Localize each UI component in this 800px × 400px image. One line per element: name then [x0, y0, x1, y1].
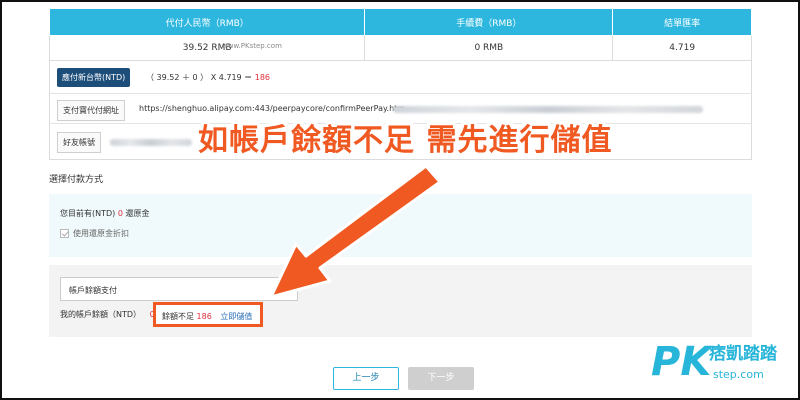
topup-link[interactable]: 立即儲值	[220, 312, 252, 321]
rebate-checkbox-row[interactable]: 使用還原金折扣	[60, 228, 129, 239]
rebate-suffix: 還原金	[125, 209, 150, 218]
rebate-checkbox-label: 使用還原金折扣	[73, 229, 129, 238]
rebate-amount: 0	[117, 209, 123, 218]
formula-total: 186	[254, 73, 271, 82]
friend-account-label: 好友帳號	[57, 132, 101, 153]
table-row: 39.52 RMB 0 RMB 4.719	[48, 35, 752, 61]
payable-row: 應付新台幣(NTD) （ 39.52 ＋ 0 ） X 4.719 ＝ 186	[49, 60, 752, 94]
header-rmb-amount: 代付人民幣（RMB）	[48, 8, 366, 36]
header-rate: 結單匯率	[612, 8, 752, 36]
next-step-button[interactable]: 下一步	[408, 367, 474, 390]
insufficient-amount: 186	[196, 312, 212, 321]
logo-url: step.com	[713, 368, 764, 381]
payment-method-select[interactable]: 帳戶餘額支付	[60, 277, 298, 301]
exchange-table: 代付人民幣（RMB） 手續費（RMB） 結單匯率 39.52 RMB 0 RMB…	[48, 8, 752, 61]
rebate-checkbox[interactable]	[60, 229, 69, 238]
cell-rate: 4.719	[612, 35, 752, 61]
insufficient-label: 餘額不足	[162, 312, 194, 321]
redacted-url-blur	[393, 106, 703, 113]
logo-chinese: 痞凱踏踏	[709, 344, 777, 364]
account-balance-line: 我的帳戶餘額（NTD） 0	[60, 309, 155, 320]
redacted-account-blur	[110, 139, 192, 146]
prev-step-button[interactable]: 上一步	[333, 367, 399, 390]
payment-method-title: 選擇付款方式	[49, 175, 104, 185]
cell-rmb-amount: 39.52 RMB	[48, 35, 366, 61]
formula-expression: （ 39.52 ＋ 0 ） X 4.719 ＝	[146, 73, 253, 82]
payable-ntd-badge: 應付新台幣(NTD)	[57, 68, 131, 87]
logo-pk: PK	[651, 339, 712, 385]
payment-url-label: 支付寶代付網址	[57, 100, 125, 121]
insufficient-highlight: 餘額不足 186 立即儲值	[153, 302, 263, 327]
cell-fee: 0 RMB	[364, 35, 614, 61]
insufficient-notice: 餘額不足 186 立即儲值	[162, 311, 252, 322]
watermark-text: www.PKstep.com	[222, 42, 282, 50]
payable-formula: （ 39.52 ＋ 0 ） X 4.719 ＝ 186	[146, 72, 270, 83]
rebate-line: 您目前有(NTD) 0 還原金	[60, 208, 149, 219]
payment-url-link[interactable]: https://shenghuo.alipay.com:443/peerpayc…	[139, 104, 405, 113]
rebate-panel: 您目前有(NTD) 0 還原金 使用還原金折扣	[49, 194, 752, 257]
header-fee: 手續費（RMB）	[364, 8, 614, 36]
account-balance-label: 我的帳戶餘額（NTD）	[60, 310, 142, 319]
pkstep-logo: PK 痞凱踏踏 step.com	[651, 340, 791, 392]
rebate-prefix: 您目前有(NTD)	[60, 209, 116, 218]
annotation-text: 如帳戶餘額不足 需先進行儲值	[198, 123, 613, 158]
